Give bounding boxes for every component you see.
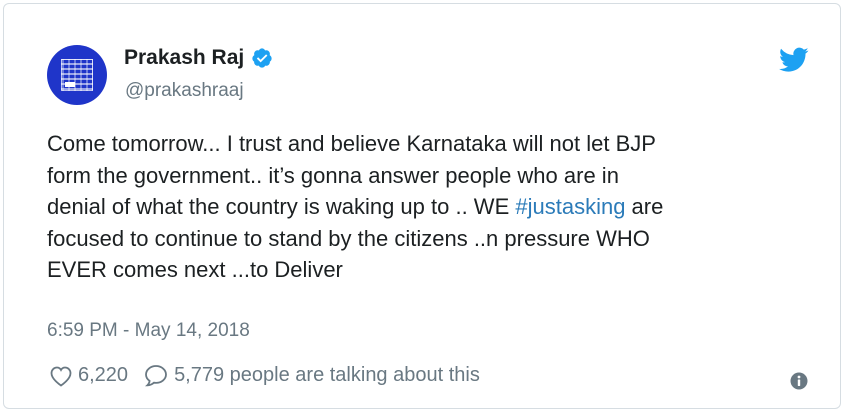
tweet-card: Prakash Raj @prakashraaj Come tomorrow..… [3, 3, 841, 409]
tweet-text: Come tomorrow... I trust and believe Kar… [47, 128, 827, 286]
tweet-line-3: denial of what the country is waking up … [47, 191, 827, 223]
author-handle[interactable]: @prakashraaj [125, 80, 244, 102]
author-row: Prakash Raj [124, 46, 273, 70]
author-name[interactable]: Prakash Raj [124, 46, 244, 70]
speech-bubble-icon [145, 365, 167, 387]
tweet-line-2: form the government.. it’s gonna answer … [47, 162, 619, 188]
reply-button[interactable]: 5,779 people are talking about this [144, 364, 480, 387]
twitter-bird-icon[interactable] [779, 47, 809, 73]
tweet-actions: 6,220 5,779 people are talking about thi… [49, 364, 480, 387]
tweet-timestamp[interactable]: 6:59 PM - May 14, 2018 [47, 320, 250, 342]
tweet-line-4: focused to continue to stand by the citi… [47, 225, 650, 251]
tweet-line-3-tail: are [625, 194, 664, 219]
hashtag-link[interactable]: #justasking [515, 194, 625, 219]
like-button[interactable]: 6,220 [49, 364, 128, 387]
verified-badge-icon [252, 48, 272, 68]
heart-icon [50, 366, 72, 387]
like-count: 6,220 [78, 364, 129, 386]
tweet-line-1: Come tomorrow... I trust and believe Kar… [47, 131, 656, 156]
reply-count-text: 5,779 people are talking about this [174, 364, 480, 386]
info-icon[interactable] [790, 372, 808, 390]
avatar[interactable] [47, 45, 107, 105]
tweet-line-5: EVER comes next ...to Deliver [47, 257, 343, 282]
tweet-line-3-text: denial of what the country is waking up … [47, 194, 516, 219]
avatar-logo [61, 59, 93, 91]
